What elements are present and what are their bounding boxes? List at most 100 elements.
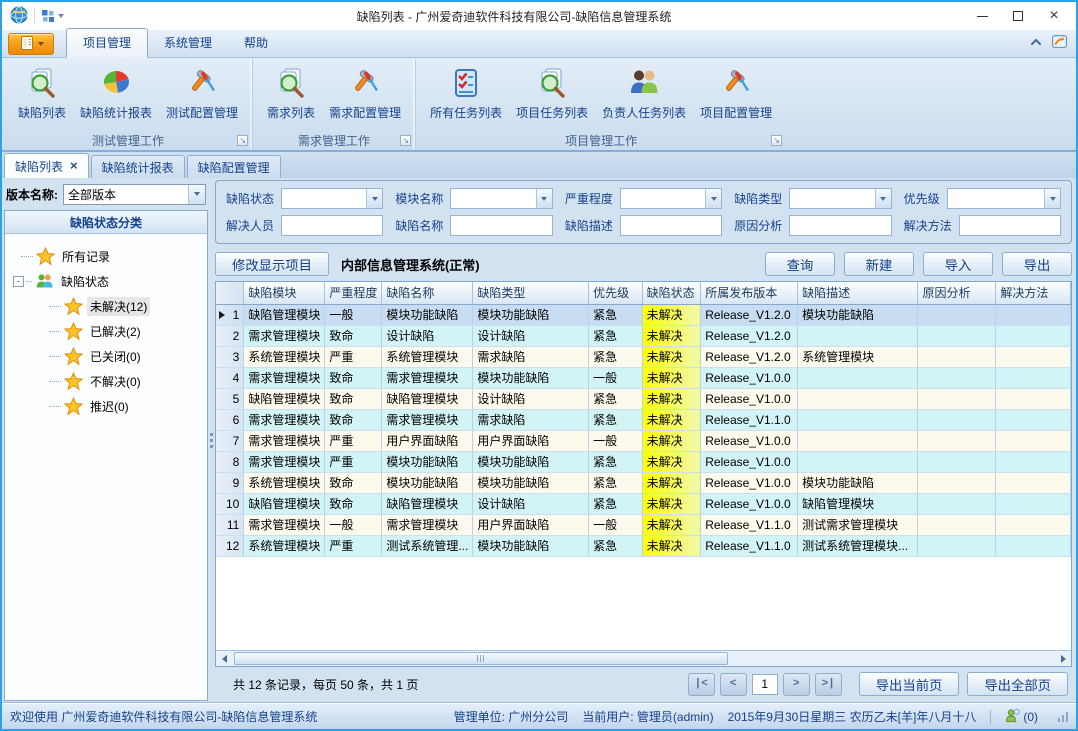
tree-item-not-resolved[interactable]: 不解决(0) xyxy=(9,369,203,394)
cell-severity[interactable]: 致命 xyxy=(325,367,382,388)
filter-input-solution[interactable] xyxy=(959,215,1061,236)
help-icon[interactable] xyxy=(1051,33,1068,53)
cell-release-version[interactable]: Release_V1.1.0 xyxy=(701,409,798,430)
ribbon-tab-system-management[interactable]: 系统管理 xyxy=(148,29,228,57)
cell-defect-status[interactable]: 未解决 xyxy=(642,325,701,346)
cell-defect-type[interactable]: 用户界面缺陷 xyxy=(473,514,589,535)
cell-cause-analysis[interactable] xyxy=(918,409,996,430)
dropdown-icon[interactable] xyxy=(875,189,891,208)
cell-solution[interactable] xyxy=(996,472,1071,493)
cell-solution[interactable] xyxy=(996,451,1071,472)
cell-defect-module[interactable]: 需求管理模块 xyxy=(244,451,325,472)
column-header-defect-type[interactable]: 缺陷类型 xyxy=(473,282,589,304)
cell-defect-name[interactable]: 测试系统管理... xyxy=(382,535,473,556)
row-number[interactable]: 1 xyxy=(216,304,244,325)
cell-solution[interactable] xyxy=(996,346,1071,367)
cell-defect-status[interactable]: 未解决 xyxy=(642,514,701,535)
cell-defect-status[interactable]: 未解决 xyxy=(642,493,701,514)
row-number[interactable]: 11 xyxy=(216,514,244,535)
tree-item-resolved[interactable]: 已解决(2) xyxy=(9,319,203,344)
cell-solution[interactable] xyxy=(996,514,1071,535)
cell-defect-type[interactable]: 需求缺陷 xyxy=(473,346,589,367)
column-header-priority[interactable]: 优先级 xyxy=(589,282,643,304)
filter-input-resolver[interactable] xyxy=(281,215,383,236)
table-row-5[interactable]: 5缺陷管理模块致命缺陷管理模块设计缺陷紧急未解决Release_V1.0.0 xyxy=(216,388,1071,409)
row-number[interactable]: 4 xyxy=(216,367,244,388)
cell-defect-name[interactable]: 模块功能缺陷 xyxy=(382,304,473,325)
cell-defect-status[interactable]: 未解决 xyxy=(642,451,701,472)
cell-priority[interactable]: 紧急 xyxy=(589,451,643,472)
cell-defect-status[interactable]: 未解决 xyxy=(642,346,701,367)
tree-item-postponed[interactable]: 推迟(0) xyxy=(9,394,203,419)
cell-defect-desc[interactable] xyxy=(798,325,918,346)
cell-defect-desc[interactable]: 模块功能缺陷 xyxy=(798,472,918,493)
cell-cause-analysis[interactable] xyxy=(918,346,996,367)
cell-cause-analysis[interactable] xyxy=(918,472,996,493)
table-row-8[interactable]: 8需求管理模块严重模块功能缺陷模块功能缺陷紧急未解决Release_V1.0.0 xyxy=(216,451,1071,472)
page-number-input[interactable] xyxy=(752,674,778,695)
column-header-release-version[interactable]: 所属发布版本 xyxy=(701,282,798,304)
cell-solution[interactable] xyxy=(996,430,1071,451)
scroll-right-icon[interactable] xyxy=(1055,651,1071,666)
table-row-9[interactable]: 9系统管理模块致命模块功能缺陷模块功能缺陷紧急未解决Release_V1.0.0… xyxy=(216,472,1071,493)
cell-release-version[interactable]: Release_V1.0.0 xyxy=(701,430,798,451)
ribbon-button-requirement-list[interactable]: 需求列表 xyxy=(262,63,320,123)
cell-release-version[interactable]: Release_V1.0.0 xyxy=(701,388,798,409)
row-number[interactable]: 3 xyxy=(216,346,244,367)
cell-defect-desc[interactable]: 测试需求管理模块 xyxy=(798,514,918,535)
dialog-launcher-icon[interactable]: ↘ xyxy=(237,135,248,146)
cell-solution[interactable] xyxy=(996,304,1071,325)
cell-defect-status[interactable]: 未解决 xyxy=(642,409,701,430)
cell-defect-status[interactable]: 未解决 xyxy=(642,304,701,325)
cell-defect-type[interactable]: 模块功能缺陷 xyxy=(473,367,589,388)
cell-defect-name[interactable]: 系统管理模块 xyxy=(382,346,473,367)
cell-release-version[interactable]: Release_V1.2.0 xyxy=(701,325,798,346)
cell-defect-module[interactable]: 需求管理模块 xyxy=(244,325,325,346)
cell-priority[interactable]: 紧急 xyxy=(589,409,643,430)
cell-cause-analysis[interactable] xyxy=(918,451,996,472)
table-row-3[interactable]: 3系统管理模块严重系统管理模块需求缺陷紧急未解决Release_V1.2.0系统… xyxy=(216,346,1071,367)
cell-defect-module[interactable]: 缺陷管理模块 xyxy=(244,304,325,325)
cell-severity[interactable]: 致命 xyxy=(325,325,382,346)
tree-expander-icon[interactable]: - xyxy=(13,276,24,287)
dialog-launcher-icon[interactable]: ↘ xyxy=(771,135,782,146)
cell-solution[interactable] xyxy=(996,493,1071,514)
ribbon-button-requirement-config[interactable]: 需求配置管理 xyxy=(324,63,406,123)
cell-cause-analysis[interactable] xyxy=(918,367,996,388)
ribbon-button-test-config[interactable]: 测试配置管理 xyxy=(161,63,243,123)
filter-select-defect-type[interactable] xyxy=(789,188,891,209)
cell-defect-module[interactable]: 系统管理模块 xyxy=(244,346,325,367)
cell-release-version[interactable]: Release_V1.0.0 xyxy=(701,493,798,514)
cell-defect-desc[interactable]: 测试系统管理模块... xyxy=(798,535,918,556)
filter-select-severity[interactable] xyxy=(620,188,722,209)
export-button[interactable]: 导出 xyxy=(1002,252,1072,276)
next-page-button[interactable]: > xyxy=(783,673,810,696)
dropdown-icon[interactable] xyxy=(1044,189,1060,208)
column-header-defect-name[interactable]: 缺陷名称 xyxy=(382,282,473,304)
cell-defect-status[interactable]: 未解决 xyxy=(642,472,701,493)
ribbon-tab-project-management[interactable]: 项目管理 xyxy=(66,28,148,58)
cell-defect-type[interactable]: 模块功能缺陷 xyxy=(473,535,589,556)
cell-cause-analysis[interactable] xyxy=(918,493,996,514)
cell-defect-type[interactable]: 设计缺陷 xyxy=(473,325,589,346)
table-row-7[interactable]: 7需求管理模块严重用户界面缺陷用户界面缺陷一般未解决Release_V1.0.0 xyxy=(216,430,1071,451)
last-page-button[interactable]: >| xyxy=(815,673,842,696)
row-number[interactable]: 12 xyxy=(216,535,244,556)
cell-severity[interactable]: 致命 xyxy=(325,493,382,514)
cell-defect-module[interactable]: 系统管理模块 xyxy=(244,472,325,493)
ribbon-button-defect-report[interactable]: 缺陷统计报表 xyxy=(75,63,157,123)
column-header-severity[interactable]: 严重程度 xyxy=(325,282,382,304)
cell-release-version[interactable]: Release_V1.0.0 xyxy=(701,472,798,493)
cell-defect-type[interactable]: 设计缺陷 xyxy=(473,388,589,409)
table-row-1[interactable]: 1缺陷管理模块一般模块功能缺陷模块功能缺陷紧急未解决Release_V1.2.0… xyxy=(216,304,1071,325)
cell-cause-analysis[interactable] xyxy=(918,430,996,451)
cell-defect-module[interactable]: 需求管理模块 xyxy=(244,367,325,388)
row-number[interactable]: 2 xyxy=(216,325,244,346)
cell-defect-desc[interactable] xyxy=(798,409,918,430)
cell-defect-type[interactable]: 模块功能缺陷 xyxy=(473,304,589,325)
application-menu-button[interactable] xyxy=(8,33,54,55)
cell-severity[interactable]: 一般 xyxy=(325,304,382,325)
scrollbar-thumb[interactable] xyxy=(234,652,728,665)
document-tab-defect-config[interactable]: 缺陷配置管理 xyxy=(187,155,281,178)
close-button[interactable]: × xyxy=(1036,4,1072,28)
